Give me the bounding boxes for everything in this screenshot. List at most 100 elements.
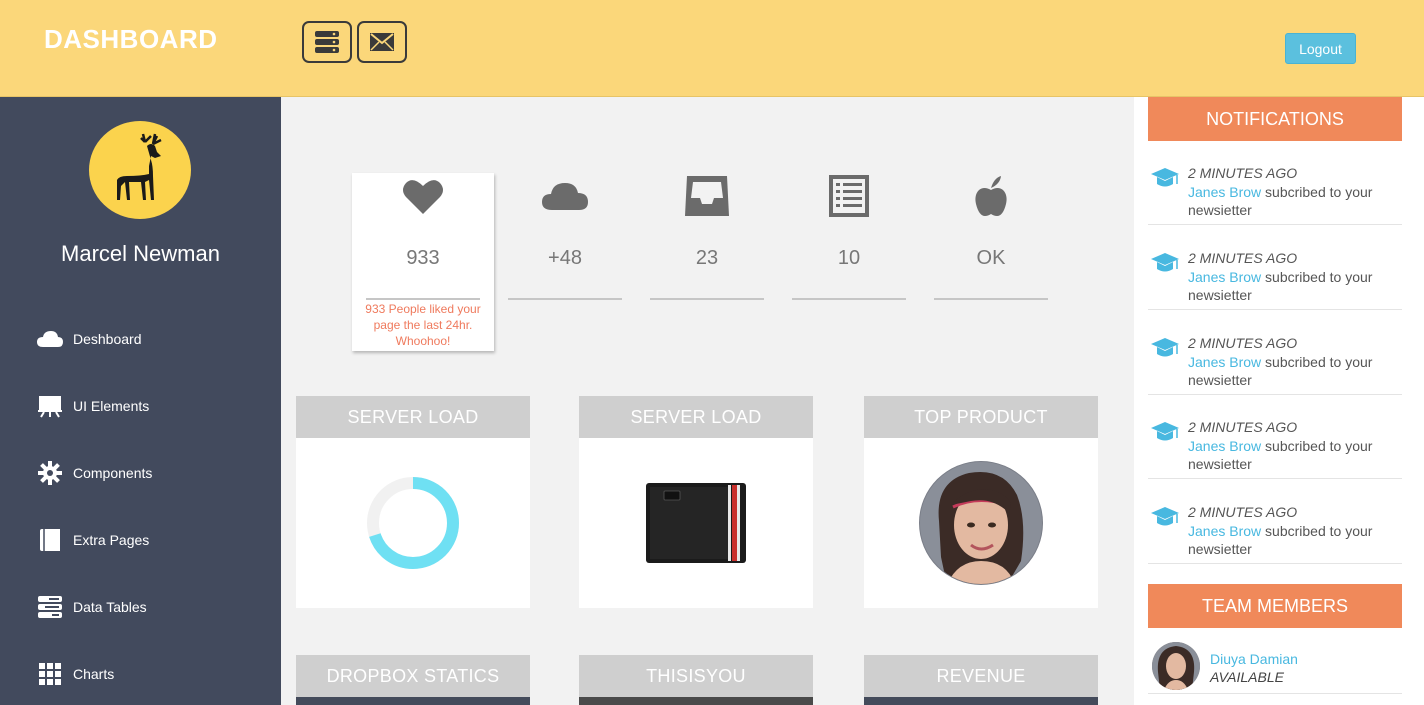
desktop-icon	[36, 393, 64, 419]
notification-time: 2 MINUTES AGO	[1188, 335, 1298, 351]
book-icon	[36, 527, 64, 553]
panel-revenue: REVENUE	[864, 655, 1098, 705]
sidebar-item-label: Deshboard	[73, 331, 142, 347]
panel-title: SERVER LOAD	[579, 396, 813, 438]
notification-item[interactable]: 2 MINUTES AGO Janes Brow subcribed to yo…	[1148, 225, 1402, 310]
stat-value: OK	[976, 247, 1006, 269]
sidebar-item-label: Data Tables	[73, 599, 147, 615]
stat-tooltip: 933 People liked your page the last 24hr…	[365, 302, 481, 348]
sidebar-item-label: Charts	[73, 666, 115, 682]
deer-icon	[117, 133, 162, 200]
envelope-icon	[370, 33, 394, 51]
sidebar-item-extra-pages[interactable]: Extra Pages	[36, 525, 266, 555]
stat-value: 23	[695, 247, 719, 269]
sidebar-item-label: Components	[73, 465, 153, 481]
portrait-image	[864, 438, 1098, 608]
stat-divider	[792, 298, 906, 300]
apple-icon	[920, 173, 1062, 219]
brand-title: DASHBOARD	[44, 24, 218, 54]
logout-button[interactable]: Logout	[1285, 33, 1356, 64]
notification-text: Janes Brow subcribed to your newsietter	[1188, 353, 1398, 389]
panel-body-strip	[296, 697, 530, 705]
notification-text: Janes Brow subcribed to your newsietter	[1188, 437, 1398, 473]
sidebar-item-data-tables[interactable]: Data Tables	[36, 592, 266, 622]
stat-value: 933	[406, 247, 440, 269]
panel-top-product: TOP PRODUCT	[864, 396, 1098, 608]
stat-value: +48	[548, 247, 582, 269]
notification-user-link[interactable]: Janes Brow	[1188, 438, 1261, 454]
stat-divider	[366, 298, 480, 300]
sidebar-item-components[interactable]: Components	[36, 458, 266, 488]
stat-divider	[934, 298, 1048, 300]
notification-text: Janes Brow subcribed to your newsietter	[1188, 183, 1398, 219]
panel-body-strip	[864, 697, 1098, 705]
panel-server-load: SERVER LOAD	[296, 396, 530, 608]
tasks-icon	[36, 594, 64, 620]
wallet-image	[579, 438, 813, 608]
graduation-cap-icon	[1151, 507, 1179, 526]
grid-icon	[36, 661, 64, 687]
sidebar-item-ui-elements[interactable]: UI Elements	[36, 391, 266, 421]
graduation-cap-icon	[1151, 253, 1179, 272]
panel-dropbox-statics: DROPBOX STATICS	[296, 655, 530, 705]
panel-title: TOP PRODUCT	[864, 396, 1098, 438]
panel-title: REVENUE	[864, 655, 1098, 697]
notification-user-link[interactable]: Janes Brow	[1188, 269, 1261, 285]
notification-user-link[interactable]: Janes Brow	[1188, 354, 1261, 370]
panel-thisisyou: THISISYOU	[579, 655, 813, 705]
panel-title: SERVER LOAD	[296, 396, 530, 438]
notification-time: 2 MINUTES AGO	[1188, 504, 1298, 520]
sidebar-item-label: Extra Pages	[73, 532, 150, 548]
donut-chart	[296, 438, 530, 608]
cloud-icon	[494, 173, 636, 219]
notification-user-link[interactable]: Janes Brow	[1188, 184, 1261, 200]
member-name[interactable]: Diuya Damian	[1210, 651, 1298, 667]
notification-item[interactable]: 2 MINUTES AGO Janes Brow subcribed to yo…	[1148, 479, 1402, 564]
graduation-cap-icon	[1151, 422, 1179, 441]
team-members-header: TEAM MEMBERS	[1148, 584, 1402, 628]
panel-body-strip	[579, 697, 813, 705]
inbox-icon	[636, 173, 778, 219]
panel-title: THISISYOU	[579, 655, 813, 697]
sidebar-item-charts[interactable]: Charts	[36, 659, 266, 689]
stat-inbox[interactable]: 23	[636, 173, 778, 351]
cloud-icon	[36, 326, 64, 352]
stat-value: 10	[837, 247, 861, 269]
avatar[interactable]	[89, 121, 191, 219]
list-icon	[778, 173, 920, 219]
stat-list[interactable]: 10	[778, 173, 920, 351]
notification-text: Janes Brow subcribed to your newsietter	[1188, 522, 1398, 558]
team-member-item[interactable]: Diuya Damian AVAILABLE	[1148, 638, 1402, 694]
notification-user-link[interactable]: Janes Brow	[1188, 523, 1261, 539]
server-icon	[315, 31, 339, 53]
notification-item[interactable]: 2 MINUTES AGO Janes Brow subcribed to yo…	[1148, 394, 1402, 479]
panel-title: DROPBOX STATICS	[296, 655, 530, 697]
notifications-header: NOTIFICATIONS	[1148, 97, 1402, 141]
stat-divider	[650, 298, 764, 300]
member-status: AVAILABLE	[1210, 669, 1284, 685]
sidebar-item-label: UI Elements	[73, 398, 150, 414]
heart-icon	[352, 173, 494, 219]
notification-time: 2 MINUTES AGO	[1188, 165, 1298, 181]
sidebar-item-deshboard[interactable]: Deshboard	[36, 324, 266, 354]
sidebar: Marcel Newman Deshboard UI Elements Comp…	[0, 97, 281, 705]
right-column: NOTIFICATIONS 2 MINUTES AGO Janes Brow s…	[1134, 97, 1424, 705]
notification-item[interactable]: 2 MINUTES AGO Janes Brow subcribed to yo…	[1148, 140, 1402, 225]
stat-likes[interactable]: 933 933 People liked your page the last …	[352, 173, 494, 351]
menu-toggle-button[interactable]	[302, 21, 352, 63]
notification-time: 2 MINUTES AGO	[1188, 419, 1298, 435]
messages-button[interactable]	[357, 21, 407, 63]
panel-server-load-2: SERVER LOAD	[579, 396, 813, 608]
stat-cloud[interactable]: +48	[494, 173, 636, 351]
user-name: Marcel Newman	[61, 241, 220, 266]
stat-status[interactable]: OK	[920, 173, 1062, 351]
graduation-cap-icon	[1151, 168, 1179, 187]
main-content: 933 933 People liked your page the last …	[281, 97, 1134, 705]
stat-divider	[508, 298, 622, 300]
notification-item[interactable]: 2 MINUTES AGO Janes Brow subcribed to yo…	[1148, 310, 1402, 395]
notification-time: 2 MINUTES AGO	[1188, 250, 1298, 266]
notification-text: Janes Brow subcribed to your newsietter	[1188, 268, 1398, 304]
gear-icon	[36, 460, 64, 486]
top-header: DASHBOARD Logout	[0, 0, 1424, 97]
member-avatar	[1152, 642, 1200, 690]
